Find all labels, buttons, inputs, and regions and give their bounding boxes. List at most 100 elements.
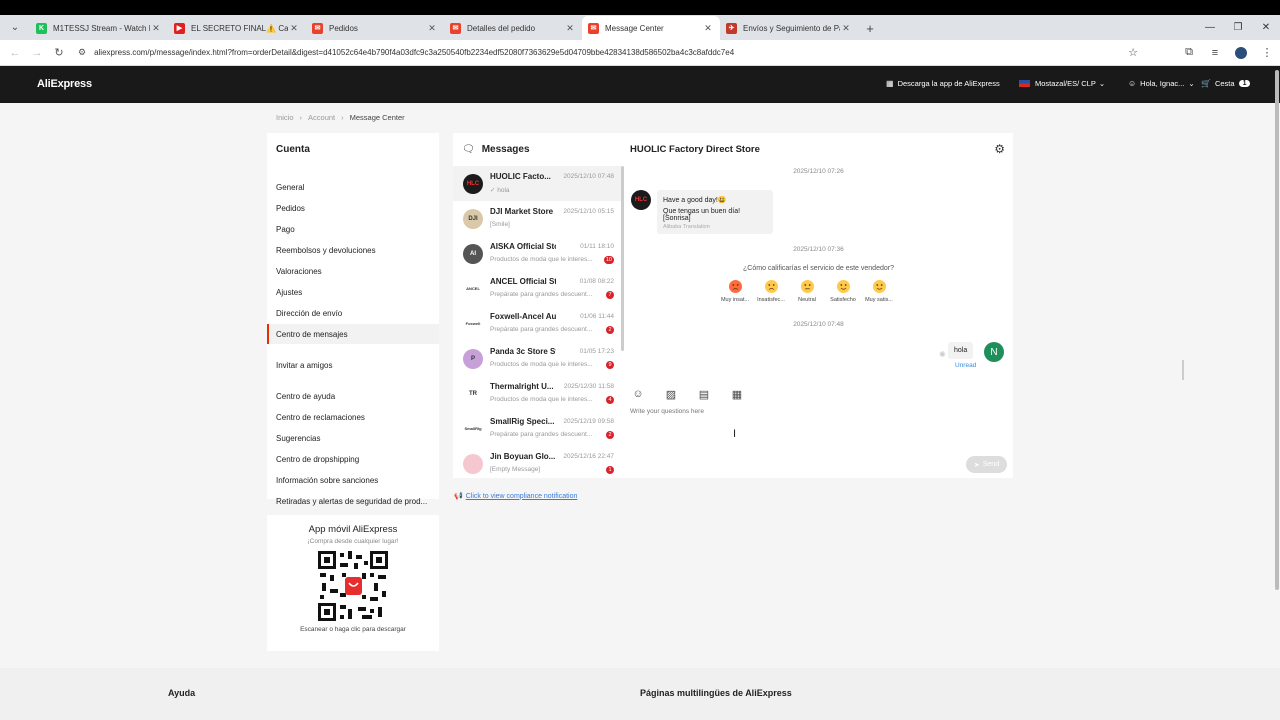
conversation-item[interactable]: DJI DJI Market Store 2025/12/10 05:15 [Smil… xyxy=(453,201,621,236)
translation-source: Alibaba Translation xyxy=(663,224,710,230)
tab-close-icon[interactable]: ✕ xyxy=(150,23,162,34)
menu-icon[interactable]: ⋮ xyxy=(1254,46,1280,59)
unread-count-badge: 2 xyxy=(606,430,614,439)
sidebar-item[interactable]: Pedidos xyxy=(267,198,439,218)
gear-icon[interactable]: ⚙ xyxy=(994,142,1005,156)
chile-flag-icon xyxy=(1019,80,1030,87)
browser-tab[interactable]: ✉ Pedidos ✕ xyxy=(306,16,444,40)
account-menu[interactable]: ☺ Hola, Ignac... ⌄ xyxy=(1128,79,1195,88)
browser-tab[interactable]: ✉ Message Center ✕ xyxy=(582,16,720,40)
rating-option[interactable]: Muy insat... xyxy=(720,280,750,303)
minimize-icon[interactable]: — xyxy=(1196,15,1224,40)
store-avatar: DJI xyxy=(463,208,483,229)
message-timestamp: 2025/12/10 07:36 xyxy=(793,246,844,253)
close-window-icon[interactable]: ✕ xyxy=(1252,15,1280,40)
conversation-item[interactable]: AI AISKA Official Store 01/11 18:10 Product… xyxy=(453,236,621,271)
sidebar-item[interactable]: Invitar a amigos xyxy=(267,355,439,375)
bookmark-star-icon[interactable]: ☆ xyxy=(1120,46,1146,59)
send-button[interactable]: ➤ Send xyxy=(966,456,1007,473)
sidebar-item[interactable]: Valoraciones xyxy=(267,261,439,281)
conversation-preview: [Empty Message] xyxy=(490,465,541,473)
breadcrumb-account[interactable]: Account xyxy=(308,113,335,122)
sidebar-item[interactable]: Dirección de envío xyxy=(267,303,439,323)
tab-close-icon[interactable]: ✕ xyxy=(840,23,852,34)
text-cursor-icon: I xyxy=(733,428,737,440)
emoji-icon[interactable]: ☺ xyxy=(631,388,645,401)
tab-close-icon[interactable]: ✕ xyxy=(702,23,714,34)
tab-close-icon[interactable]: ✕ xyxy=(564,23,576,34)
browser-tab[interactable]: K M1TESSJ Stream - Watch Live o✕ xyxy=(30,16,168,40)
sidebar-item[interactable]: Centro de mensajes xyxy=(267,324,439,344)
tab-favicon-icon: ✉ xyxy=(588,22,599,34)
unread-count-badge: 4 xyxy=(606,395,614,404)
conversation-item[interactable]: ANCEL ANCEL Official Store 01/08 08:22 Prep… xyxy=(453,271,621,306)
cart-link[interactable]: 🛒 Cesta 1 xyxy=(1201,79,1251,88)
profile-avatar[interactable] xyxy=(1235,46,1247,59)
conversation-item[interactable]: P Panda 3c Store Store 01/05 17:23 Producto… xyxy=(453,341,621,376)
chat-scrollbar[interactable] xyxy=(1182,360,1184,380)
tab-close-icon[interactable]: ✕ xyxy=(426,23,438,34)
sidebar-item[interactable]: Reembolsos y devoluciones xyxy=(267,240,439,260)
sidebar-item[interactable]: Pago xyxy=(267,219,439,239)
extensions-icon[interactable]: ⧉ xyxy=(1176,46,1202,59)
browser-tab[interactable]: ✈ Envíos y Seguimiento de Paque✕ xyxy=(720,16,858,40)
product-icon[interactable]: ▦ xyxy=(730,388,744,401)
tab-favicon-icon: ✉ xyxy=(312,22,323,34)
cart-icon: 🛒 xyxy=(1201,79,1211,88)
sidebar-item[interactable]: Centro de dropshipping xyxy=(267,449,439,469)
image-icon[interactable]: ▨ xyxy=(664,388,678,401)
message-timestamp: 2025/12/10 07:26 xyxy=(793,168,844,175)
conversation-preview: Productos de moda que le interes... xyxy=(490,360,593,368)
rating-face-icon xyxy=(836,280,850,293)
url-field[interactable]: ⚙ aliexpress.com/p/message/index.html?fr… xyxy=(78,43,1120,63)
new-tab-button[interactable]: + xyxy=(858,16,882,40)
tab-search-dropdown-icon[interactable]: ⌄ xyxy=(0,15,30,40)
browser-tab[interactable]: ▶ EL SECRETO FINAL⚠️ Capítulo✕ xyxy=(168,16,306,40)
unread-count-badge: 1 xyxy=(606,465,614,474)
site-info-icon[interactable]: ⚙ xyxy=(78,47,86,58)
chat-store-name: HUOLIC Factory Direct Store xyxy=(630,144,760,155)
conversation-store-name: SmallRig Speci... xyxy=(490,416,555,426)
conversation-item[interactable]: Foxwell Foxwell-Ancel Auth... 01/06 11:44 P… xyxy=(453,306,621,341)
conversation-item[interactable]: TR Thermalright U... 2025/12/30 11:58 Produ… xyxy=(453,376,621,411)
tab-close-icon[interactable]: ✕ xyxy=(288,23,300,34)
aliexpress-logo[interactable]: AliExpress xyxy=(37,78,92,90)
download-app-link[interactable]: ▦ Descarga la app de AliExpress xyxy=(886,79,1000,88)
rating-label: Muy satis... xyxy=(865,297,893,303)
conversation-preview: ✓ hola xyxy=(490,186,510,194)
message-input[interactable] xyxy=(630,408,1000,415)
sidebar-item[interactable]: Retiradas y alertas de seguridad de prod… xyxy=(267,491,439,511)
rating-option[interactable]: Muy satis... xyxy=(864,280,894,303)
breadcrumb-separator: › xyxy=(341,113,344,122)
conversation-store-name: ANCEL Official Store xyxy=(490,276,556,286)
conversation-item[interactable]: SmallRig SmallRig Speci... 2025/12/19 09:5… xyxy=(453,411,621,446)
sidebar-item[interactable]: Centro de ayuda xyxy=(267,386,439,406)
order-icon[interactable]: ▤ xyxy=(697,388,711,401)
browser-tab[interactable]: ✉ Detalles del pedido ✕ xyxy=(444,16,582,40)
rating-option[interactable]: Satisfecho xyxy=(828,280,858,303)
maximize-icon[interactable]: ❐ xyxy=(1224,15,1252,40)
app-qr-code[interactable] xyxy=(318,551,388,621)
compliance-notification-link[interactable]: 📢 Click to view compliance notification xyxy=(454,492,577,501)
rating-option[interactable]: Insatisfec... xyxy=(756,280,786,303)
breadcrumb-home[interactable]: Inicio xyxy=(276,113,294,122)
chevron-down-icon: ⌄ xyxy=(1188,79,1195,88)
store-avatar: TR xyxy=(463,383,483,404)
store-avatar: P xyxy=(463,348,483,369)
conversation-item[interactable]: HLC HUOLIC Facto... 2025/12/10 07:48 ✓ hola xyxy=(453,166,621,201)
page-scrollbar[interactable] xyxy=(1275,70,1279,590)
rating-option[interactable]: Neutral xyxy=(792,280,822,303)
back-icon[interactable]: ← xyxy=(4,47,26,59)
reload-icon[interactable]: ↻ xyxy=(48,46,70,59)
media-icon[interactable]: ≡ xyxy=(1202,47,1228,59)
forward-icon[interactable]: → xyxy=(26,47,48,59)
sidebar-item[interactable]: Centro de reclamaciones xyxy=(267,407,439,427)
locale-selector[interactable]: Mostazal/ES/ CLP ⌄ xyxy=(1019,79,1105,88)
message-composer: ☺ ▨ ▤ ▦ ➤ Send xyxy=(624,381,1013,478)
sidebar-item[interactable]: Sugerencias xyxy=(267,428,439,448)
conversation-date: 01/06 11:44 xyxy=(580,312,614,320)
sidebar-item[interactable]: General xyxy=(267,177,439,197)
sidebar-item[interactable]: Información sobre sanciones xyxy=(267,470,439,490)
sidebar-item[interactable]: Ajustes xyxy=(267,282,439,302)
conversation-item[interactable]: Jin Boyuan Glo... 2025/12/16 22:47 [Empty … xyxy=(453,446,621,478)
